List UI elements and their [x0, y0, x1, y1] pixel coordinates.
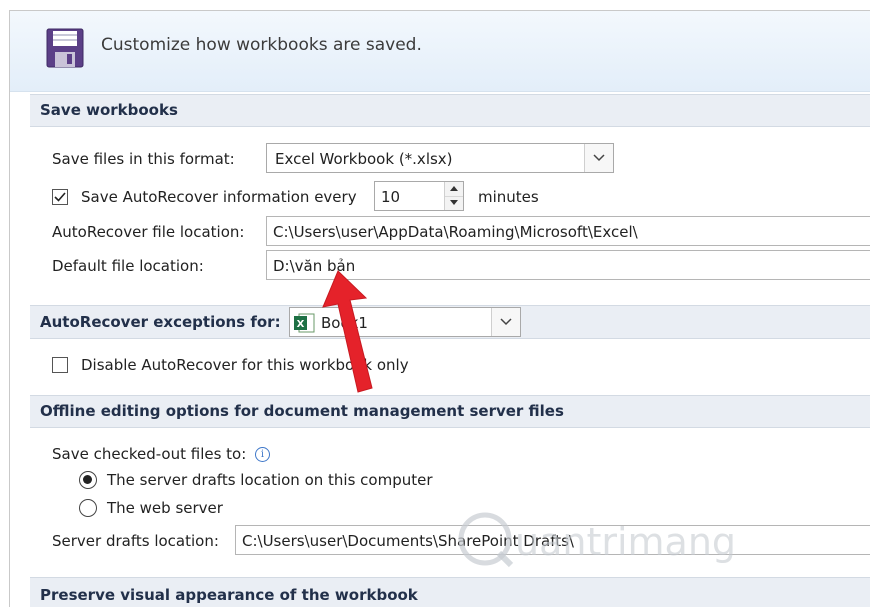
watermark-logo: uantrimang [455, 505, 785, 579]
radio-web-server-label: The web server [107, 499, 223, 517]
section-title: AutoRecover exceptions for: [40, 313, 281, 331]
svg-text:X: X [297, 319, 305, 330]
section-title: Preserve visual appearance of the workbo… [40, 586, 418, 604]
section-title: Offline editing options for document man… [40, 402, 564, 420]
autorecover-location-field[interactable]: C:\Users\user\AppData\Roaming\Microsoft\… [266, 216, 870, 246]
chevron-down-icon[interactable] [491, 308, 520, 336]
checkbox-check-icon [54, 192, 66, 202]
section-preserve-visual: Preserve visual appearance of the workbo… [30, 577, 870, 607]
section-autorecover-exceptions: AutoRecover exceptions for: X Book1 [30, 305, 870, 339]
radio-web-server[interactable] [79, 499, 97, 517]
autorecover-checkbox[interactable] [52, 189, 68, 205]
disable-autorecover-checkbox[interactable] [52, 357, 68, 373]
save-disk-icon [46, 28, 84, 72]
spin-down-icon[interactable] [445, 196, 463, 210]
spinner-buttons [444, 182, 463, 210]
format-dropdown[interactable]: Excel Workbook (*.xlsx) [266, 143, 614, 173]
watermark-text: uantrimang [515, 520, 736, 564]
autorecover-location-label: AutoRecover file location: [52, 223, 245, 241]
minutes-value: 10 [381, 188, 401, 206]
autorecover-minutes-spinner[interactable]: 10 [374, 181, 464, 211]
autorecover-label: Save AutoRecover information every [81, 188, 357, 206]
banner: Customize how workbooks are saved. [10, 11, 870, 92]
chevron-down-icon[interactable] [584, 144, 613, 172]
section-save-workbooks: Save workbooks [30, 94, 870, 127]
spin-up-icon[interactable] [445, 182, 463, 197]
radio-server-drafts-label: The server drafts location on this compu… [107, 471, 433, 489]
banner-title: Customize how workbooks are saved. [101, 35, 422, 55]
minutes-label: minutes [478, 188, 539, 206]
excel-file-icon: X [293, 312, 315, 338]
save-checked-out-label: Save checked-out files to: [52, 445, 247, 463]
autorecover-location-value: C:\Users\user\AppData\Roaming\Microsoft\… [273, 223, 638, 241]
disable-autorecover-label: Disable AutoRecover for this workbook on… [81, 356, 409, 374]
default-location-label: Default file location: [52, 257, 204, 275]
section-offline-editing: Offline editing options for document man… [30, 395, 870, 428]
format-label: Save files in this format: [52, 150, 235, 168]
section-title: Save workbooks [40, 101, 178, 119]
workbook-value: Book1 [321, 314, 368, 332]
workbook-dropdown[interactable]: X Book1 [289, 307, 521, 337]
default-location-value: D:\văn bản [273, 257, 356, 275]
radio-server-drafts[interactable] [79, 471, 97, 489]
format-value: Excel Workbook (*.xlsx) [275, 150, 453, 168]
radio-selected-dot [83, 475, 92, 484]
default-location-field[interactable]: D:\văn bản [266, 250, 870, 280]
info-icon[interactable]: i [255, 447, 270, 462]
server-drafts-label: Server drafts location: [52, 532, 219, 550]
